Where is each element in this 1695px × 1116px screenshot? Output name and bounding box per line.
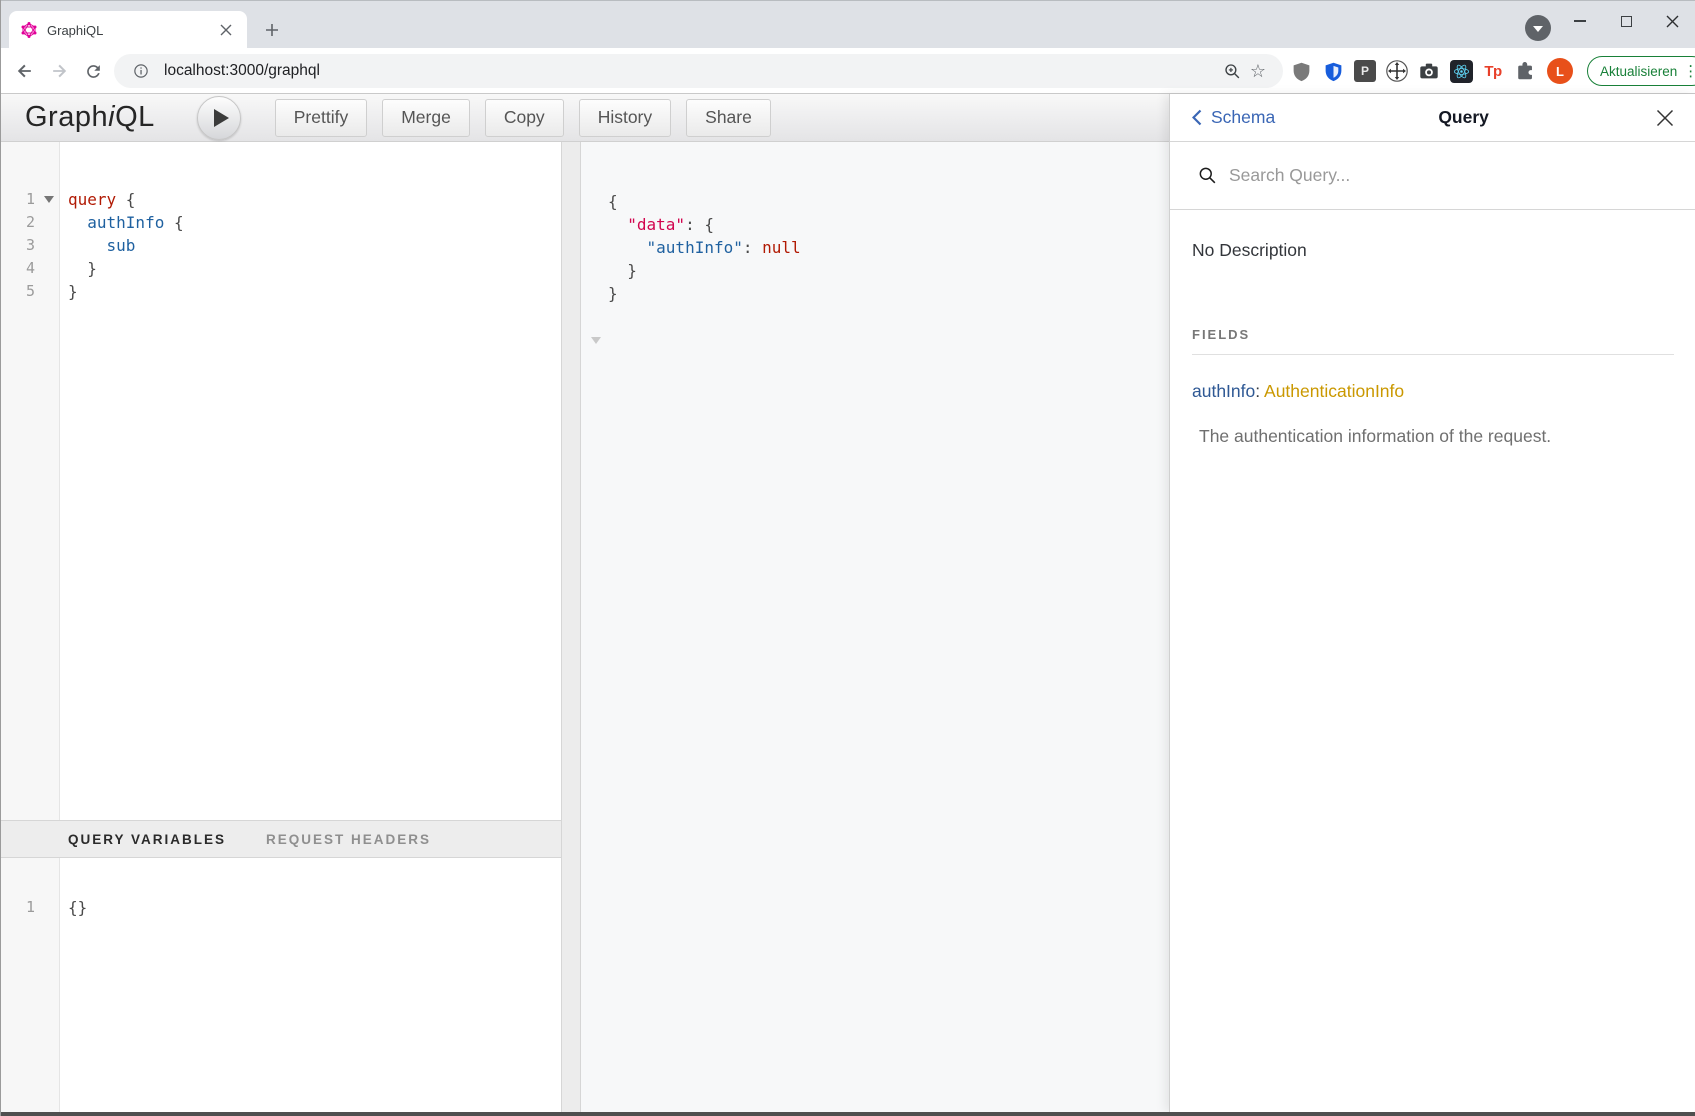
browser-menu-kebab-icon[interactable]: ⋮ bbox=[1683, 62, 1695, 80]
browser-navbar: localhost:3000/graphql ☆ P Tp L bbox=[1, 48, 1695, 94]
query-code[interactable]: query { authInfo { sub }} bbox=[60, 142, 561, 820]
reload-button[interactable] bbox=[77, 55, 109, 87]
tab-title: GraphiQL bbox=[47, 23, 215, 38]
p-extension-icon[interactable]: P bbox=[1351, 57, 1379, 85]
bitwarden-shield-icon[interactable] bbox=[1319, 57, 1347, 85]
window-minimize-button[interactable] bbox=[1557, 1, 1603, 41]
field-description: The authentication information of the re… bbox=[1199, 426, 1674, 447]
window-close-button[interactable] bbox=[1649, 1, 1695, 41]
doc-explorer-panel: Schema Query No Description FIELDS authI… bbox=[1169, 94, 1695, 1112]
caret-down-icon bbox=[1533, 26, 1543, 32]
camera-extension-icon[interactable] bbox=[1415, 57, 1443, 85]
variables-code[interactable]: {} bbox=[60, 858, 561, 1112]
history-button[interactable]: History bbox=[579, 99, 671, 137]
window-maximize-button[interactable] bbox=[1603, 1, 1649, 41]
doc-search-bar bbox=[1170, 142, 1695, 210]
variables-editor[interactable]: 1 {} bbox=[1, 858, 561, 1112]
execute-query-button[interactable] bbox=[197, 96, 241, 140]
forward-button[interactable] bbox=[43, 55, 75, 87]
doc-content: No Description FIELDS authInfo: Authenti… bbox=[1170, 210, 1695, 447]
react-devtools-icon[interactable] bbox=[1447, 57, 1475, 85]
result-json: { "data": { "authInfo": null }} bbox=[581, 142, 1169, 305]
doc-panel-title: Query bbox=[1275, 107, 1652, 128]
close-icon bbox=[1656, 109, 1674, 127]
tab-close-icon[interactable] bbox=[215, 19, 237, 41]
tab-search-button[interactable] bbox=[1525, 15, 1551, 41]
info-icon[interactable] bbox=[128, 58, 154, 84]
doc-close-button[interactable] bbox=[1652, 105, 1678, 131]
graphql-favicon-icon bbox=[21, 22, 37, 38]
minimize-icon bbox=[1574, 20, 1586, 22]
maximize-icon bbox=[1621, 16, 1632, 27]
field-type-link[interactable]: AuthenticationInfo bbox=[1264, 381, 1404, 401]
editor-area: 1 2 3 4 5 query { authInfo { sub }} QUER… bbox=[1, 142, 1169, 1112]
search-icon bbox=[1198, 166, 1217, 185]
result-pane: { "data": { "authInfo": null }} bbox=[581, 142, 1169, 1112]
copy-button[interactable]: Copy bbox=[485, 99, 564, 137]
profile-avatar[interactable]: L bbox=[1547, 58, 1573, 84]
field-name-link[interactable]: authInfo bbox=[1192, 381, 1255, 401]
fold-arrow-icon[interactable] bbox=[44, 196, 54, 203]
variables-tab-bar: QUERY VARIABLES REQUEST HEADERS bbox=[1, 820, 561, 858]
tab-request-headers[interactable]: REQUEST HEADERS bbox=[266, 832, 431, 847]
zoom-icon[interactable] bbox=[1219, 58, 1245, 84]
browser-titlebar: GraphiQL bbox=[1, 0, 1695, 48]
tab-query-variables[interactable]: QUERY VARIABLES bbox=[68, 832, 226, 847]
address-bar[interactable]: localhost:3000/graphql ☆ bbox=[114, 54, 1283, 88]
close-icon bbox=[1666, 15, 1679, 28]
new-tab-button[interactable] bbox=[261, 19, 283, 41]
graphiql-workspace: GraphiQL Prettify Merge Copy History Sha… bbox=[1, 94, 1169, 1112]
back-button[interactable] bbox=[9, 55, 41, 87]
chevron-left-icon bbox=[1192, 109, 1202, 126]
doc-search-input[interactable] bbox=[1229, 165, 1559, 186]
doc-explorer-header: Schema Query bbox=[1170, 94, 1695, 142]
extensions-row: P Tp L Aktualisieren ⋮ bbox=[1287, 56, 1695, 86]
field-row: authInfo: AuthenticationInfo bbox=[1192, 381, 1674, 402]
fields-section-header: FIELDS bbox=[1192, 327, 1674, 342]
query-pane: 1 2 3 4 5 query { authInfo { sub }} QUER… bbox=[1, 142, 561, 1112]
fields-divider bbox=[1192, 354, 1674, 355]
update-label: Aktualisieren bbox=[1600, 64, 1677, 79]
browser-tab[interactable]: GraphiQL bbox=[9, 11, 247, 49]
window-bottom-edge bbox=[1, 1112, 1695, 1116]
tp-extension-icon[interactable]: Tp bbox=[1479, 57, 1507, 85]
graphiql-logo: GraphiQL bbox=[25, 101, 155, 134]
prettify-button[interactable]: Prettify bbox=[275, 99, 367, 137]
extensions-puzzle-icon[interactable] bbox=[1511, 57, 1539, 85]
move-tool-extension-icon[interactable] bbox=[1383, 57, 1411, 85]
update-chrome-button[interactable]: Aktualisieren ⋮ bbox=[1587, 56, 1695, 86]
merge-button[interactable]: Merge bbox=[382, 99, 470, 137]
shield-extension-icon[interactable] bbox=[1287, 57, 1315, 85]
variables-editor-gutter: 1 bbox=[1, 858, 60, 1112]
graphiql-toolbar: GraphiQL Prettify Merge Copy History Sha… bbox=[1, 94, 1169, 142]
share-button[interactable]: Share bbox=[686, 99, 771, 137]
url-text[interactable]: localhost:3000/graphql bbox=[164, 62, 1219, 80]
play-icon bbox=[214, 109, 229, 127]
query-editor-gutter: 1 2 3 4 5 bbox=[1, 142, 60, 820]
doc-back-link[interactable]: Schema bbox=[1192, 107, 1275, 128]
type-description: No Description bbox=[1192, 240, 1674, 261]
query-editor[interactable]: 1 2 3 4 5 query { authInfo { sub }} bbox=[1, 142, 561, 820]
pane-resize-handle[interactable] bbox=[561, 142, 581, 1112]
fold-arrow-icon[interactable] bbox=[591, 337, 601, 344]
toolbar-buttons: Prettify Merge Copy History Share bbox=[275, 99, 771, 137]
bookmark-star-icon[interactable]: ☆ bbox=[1245, 58, 1271, 84]
